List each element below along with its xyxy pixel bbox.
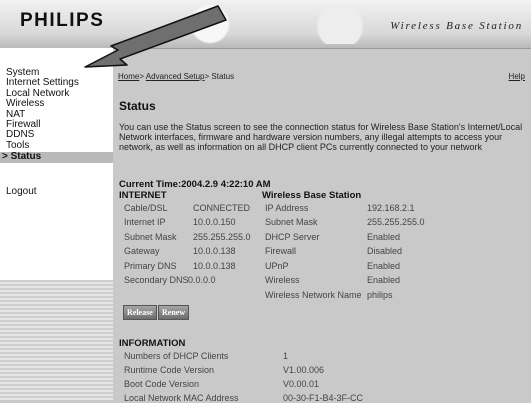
- page-description: You can use the Status screen to see the…: [119, 122, 523, 152]
- internet-value-secondary-dns: 0.0.0.0: [188, 275, 216, 285]
- brand-logo: PHILIPS: [20, 10, 105, 31]
- breadcrumb-separator: >: [204, 72, 210, 81]
- info-label-dhcp-clients: Numbers of DHCP Clients: [124, 351, 229, 361]
- station-value-firewall: Disabled: [367, 246, 403, 256]
- breadcrumb-home[interactable]: Home: [118, 72, 139, 81]
- station-value-upnp: Enabled: [367, 261, 401, 271]
- info-value-mac: 00-30-F1-B4-3F-CC: [283, 393, 364, 403]
- internet-value-ip: 10.0.0.150: [193, 217, 236, 227]
- station-value-dhcp: Enabled: [367, 232, 401, 242]
- station-value-network-name: philips: [367, 290, 393, 300]
- page-title: Status: [119, 99, 156, 113]
- internet-label-ip: Internet IP: [124, 217, 166, 227]
- sidebar-item-tools[interactable]: Tools: [6, 140, 113, 151]
- internet-label-cable: Cable/DSL: [124, 203, 168, 213]
- main-content: Home> Advanced Setup> Status Help Status…: [113, 48, 531, 403]
- header-decoration: [150, 4, 410, 44]
- breadcrumb-separator: >: [139, 72, 145, 81]
- internet-label-secondary-dns: Secondary DNS: [124, 275, 189, 285]
- product-name: Wireless Base Station: [390, 20, 523, 32]
- current-time: Current Time:2004.2.9 4:22:10 AM: [119, 179, 271, 190]
- breadcrumb-advanced-setup[interactable]: Advanced Setup: [146, 72, 205, 81]
- station-heading: Wireless Base Station: [262, 190, 362, 201]
- sidebar-stripes: [0, 280, 113, 400]
- info-value-boot: V0.00.01: [283, 379, 320, 389]
- sidebar: System Internet Settings Local Network W…: [0, 48, 113, 400]
- internet-label-primary-dns: Primary DNS: [124, 261, 177, 271]
- info-label-mac: Local Network MAC Address: [124, 393, 239, 403]
- breadcrumb: Home> Advanced Setup> Status: [118, 72, 234, 81]
- station-label-firewall: Firewall: [265, 246, 297, 256]
- station-label-network-name: Wireless Network Name: [265, 290, 362, 300]
- station-label-ip: IP Address: [265, 203, 309, 213]
- info-label-runtime: Runtime Code Version: [124, 365, 215, 375]
- station-label-wireless: Wireless: [265, 275, 300, 285]
- release-button[interactable]: Release: [123, 305, 157, 320]
- sidebar-nav: System Internet Settings Local Network W…: [0, 67, 113, 164]
- information-heading: INFORMATION: [119, 338, 186, 349]
- internet-value-primary-dns: 10.0.0.138: [193, 261, 236, 271]
- station-value-wireless: Enabled: [367, 275, 401, 285]
- sidebar-item-status[interactable]: > Status: [0, 151, 113, 163]
- renew-button[interactable]: Renew: [158, 305, 190, 320]
- help-link[interactable]: Help: [509, 72, 525, 81]
- logout-link[interactable]: Logout: [6, 186, 37, 197]
- info-value-runtime: V1.00.006: [283, 365, 325, 375]
- internet-heading: INTERNET: [119, 190, 167, 201]
- internet-value-cable: CONNECTED: [193, 203, 251, 213]
- station-label-dhcp: DHCP Server: [265, 232, 320, 242]
- internet-value-gateway: 10.0.0.138: [193, 246, 236, 256]
- station-label-subnet: Subnet Mask: [265, 217, 318, 227]
- internet-value-subnet: 255.255.255.0: [193, 232, 251, 242]
- station-value-ip: 192.168.2.1: [367, 203, 415, 213]
- internet-label-gateway: Gateway: [124, 246, 160, 256]
- station-label-upnp: UPnP: [265, 261, 289, 271]
- internet-label-subnet: Subnet Mask: [124, 232, 177, 242]
- header-bar: PHILIPS Wireless Base Station: [0, 0, 531, 49]
- info-label-boot: Boot Code Version: [124, 379, 200, 389]
- station-value-subnet: 255.255.255.0: [367, 217, 425, 227]
- info-value-dhcp-clients: 1: [283, 351, 289, 361]
- breadcrumb-current: Status: [211, 72, 235, 81]
